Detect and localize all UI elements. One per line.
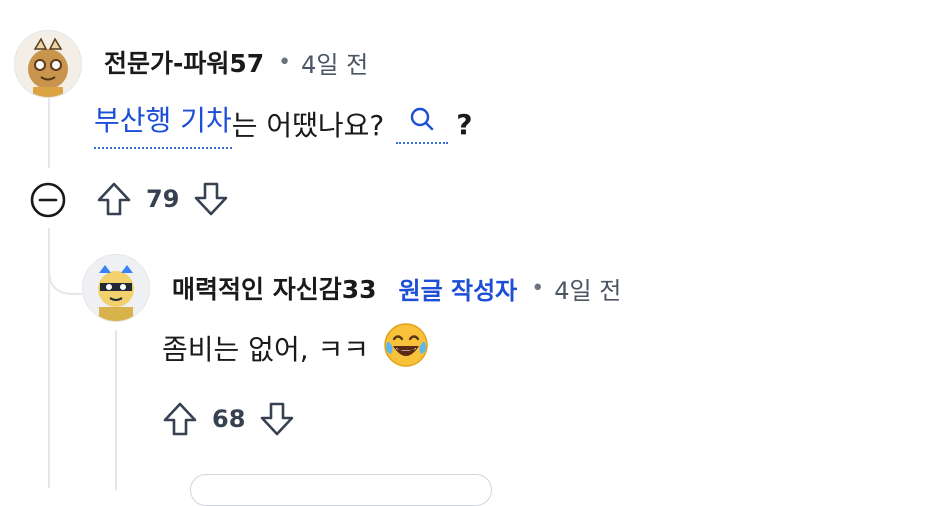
comment-text: 는 어땠나요? [231, 109, 385, 142]
downvote-arrow-icon [261, 402, 294, 436]
thread-line-reply [115, 330, 117, 490]
username[interactable]: 매력적인 자신감33 [172, 270, 377, 306]
downvote-arrow-icon [195, 182, 228, 216]
separator-dot: • [278, 49, 292, 75]
vote-bar: 79 [94, 178, 231, 220]
search-link[interactable] [396, 104, 449, 144]
upvote-arrow-icon [97, 182, 131, 216]
timestamp[interactable]: 4일 전 [554, 271, 621, 306]
separator-dot: • [531, 275, 545, 301]
comment-body: 부산행 기차 는 어땠나요? ? [94, 99, 473, 149]
thread-line-main [48, 96, 50, 168]
avatar[interactable] [82, 254, 150, 322]
upvote-button[interactable] [94, 179, 134, 219]
vote-bar: 68 [160, 398, 297, 440]
comment-header: 매력적인 자신감33 원글 작성자 • 4일 전 [172, 270, 621, 306]
laughing-tears-emoji [383, 322, 429, 375]
vote-score: 68 [212, 405, 246, 433]
comment-header: 전문가-파워57 • 4일 전 [104, 44, 368, 80]
search-icon [411, 107, 434, 131]
upvote-arrow-icon [163, 402, 197, 436]
upvote-button[interactable] [160, 399, 200, 439]
comment-suffix: ? [456, 107, 473, 141]
comment-text: 좀비는 없어, ㅋㅋ [162, 333, 370, 366]
search-term-link[interactable]: 부산행 기차 [94, 99, 232, 149]
collapse-button[interactable] [28, 180, 68, 224]
comment-body: 좀비는 없어, ㅋㅋ [162, 322, 429, 370]
timestamp[interactable]: 4일 전 [301, 45, 368, 80]
next-reply-box[interactable] [190, 474, 492, 506]
downvote-button[interactable] [257, 399, 297, 439]
vote-score: 79 [146, 185, 180, 213]
avatar[interactable] [14, 30, 82, 98]
op-badge: 원글 작성자 [398, 276, 518, 305]
collapse-minus-icon [30, 182, 66, 218]
username[interactable]: 전문가-파워57 [104, 44, 264, 80]
downvote-button[interactable] [191, 179, 231, 219]
